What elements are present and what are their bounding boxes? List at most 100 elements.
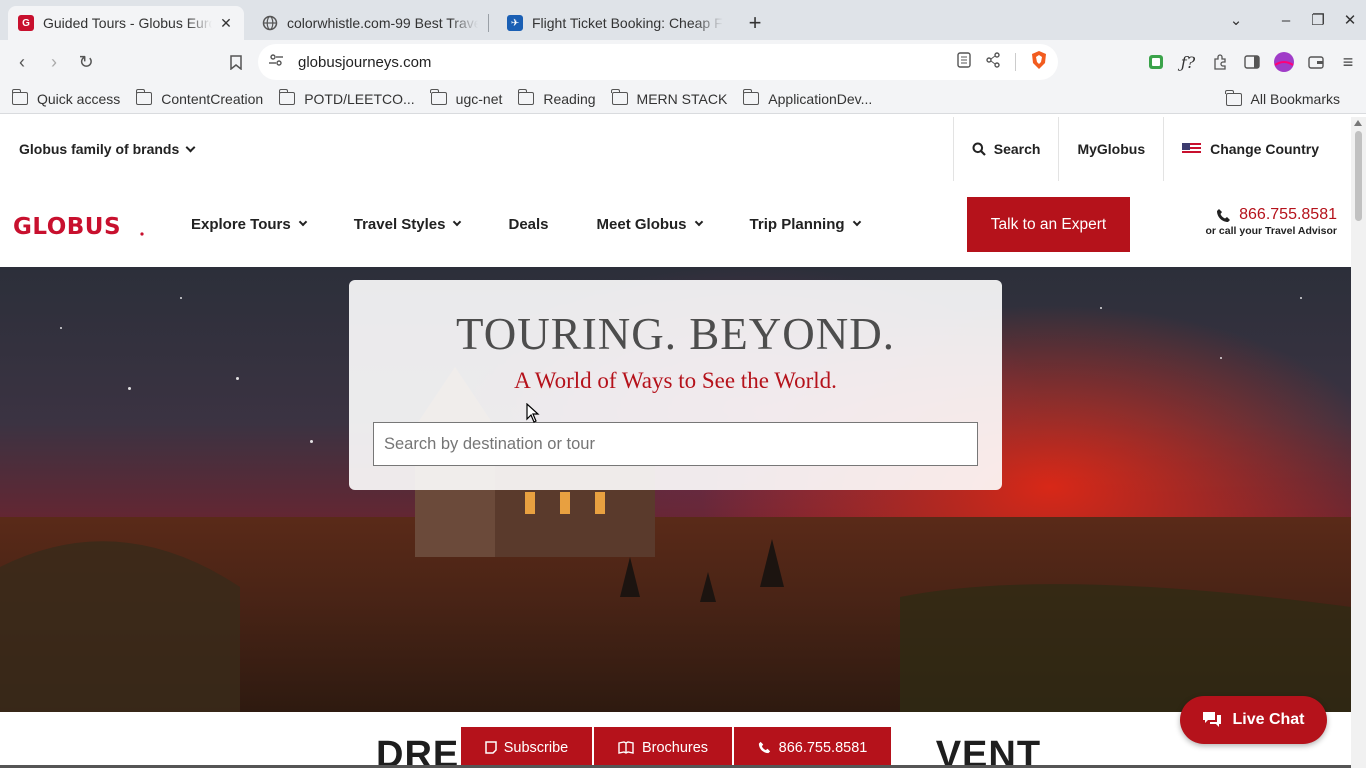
call-label: 866.755.8581 [778, 739, 868, 756]
profile-avatar-icon[interactable] [1272, 46, 1296, 78]
nav-meet-globus[interactable]: Meet Globus [596, 215, 703, 233]
section-heading-right: VENT [935, 734, 1042, 768]
back-icon[interactable]: ‹ [6, 46, 38, 78]
myglobus-link[interactable]: MyGlobus [1058, 117, 1163, 181]
live-chat-button[interactable]: Live Chat [1180, 696, 1327, 744]
nav-travel-styles[interactable]: Travel Styles [353, 215, 462, 233]
font-finder-icon[interactable]: ƒ? [1176, 46, 1200, 78]
extensions-puzzle-icon[interactable] [1208, 46, 1232, 78]
new-tab-button[interactable]: + [741, 9, 769, 37]
mouse-cursor-icon [526, 403, 540, 423]
chat-bubble-icon [1202, 711, 1222, 729]
nav-label: Meet Globus [596, 215, 687, 233]
bookmark-page-icon[interactable] [220, 46, 252, 78]
tab-title: colorwhistle.com-99 Best Travel [287, 15, 478, 31]
nav-label: Deals [508, 215, 549, 233]
all-bookmarks[interactable]: All Bookmarks [1225, 84, 1340, 114]
sidebar-toggle-icon[interactable] [1240, 46, 1264, 78]
brands-label: Globus family of brands [19, 141, 180, 157]
scrollbar-thumb[interactable] [1355, 131, 1362, 221]
sticky-action-bar: Subscribe Brochures 866.755.8581 [461, 727, 893, 768]
tab-separator [488, 14, 489, 32]
menu-hamburger-icon[interactable]: ≡ [1336, 46, 1360, 78]
folder-icon [611, 89, 628, 105]
bookmark-label: ContentCreation [161, 90, 264, 107]
subscribe-button[interactable]: Subscribe [461, 727, 592, 768]
minimize-icon[interactable]: – [1270, 12, 1302, 29]
chevron-down-icon [453, 217, 462, 227]
utility-bar: Globus family of brands Search MyGlobus … [0, 117, 1351, 181]
reload-icon[interactable]: ↻ [70, 46, 102, 78]
brands-dropdown[interactable]: Globus family of brands [19, 141, 196, 157]
folder-icon [430, 89, 447, 105]
tab-list-chevron-icon[interactable]: ⌄ [1220, 11, 1252, 29]
green-extension-icon[interactable] [1144, 46, 1168, 78]
nav-trip-planning[interactable]: Trip Planning [749, 215, 861, 233]
site-settings-icon[interactable] [268, 52, 284, 73]
change-country-label: Change Country [1210, 141, 1319, 157]
us-flag-icon [1182, 143, 1202, 155]
phone-icon [1216, 208, 1231, 223]
browser-tab-1[interactable]: G Guided Tours - Globus Europe ✕ [8, 6, 244, 40]
bookmark-reading[interactable]: Reading [517, 89, 596, 107]
live-chat-label: Live Chat [1232, 711, 1305, 728]
close-window-icon[interactable]: ✕ [1334, 11, 1366, 29]
bookmark-label: POTD/LEETCO... [304, 90, 415, 107]
close-tab-icon[interactable]: ✕ [218, 15, 234, 32]
extensions-area: ƒ? ≡ [1144, 46, 1360, 78]
search-link[interactable]: Search [952, 117, 1059, 181]
nav-label: Travel Styles [353, 215, 446, 233]
bookmark-potd[interactable]: POTD/LEETCO... [278, 89, 415, 107]
brave-shields-icon[interactable] [1030, 50, 1048, 75]
bookmark-mern-stack[interactable]: MERN STACK [611, 89, 728, 107]
destination-search-input[interactable] [373, 422, 978, 466]
bookmark-label: Quick access [37, 90, 121, 107]
browser-tab-2[interactable]: colorwhistle.com-99 Best Travel [252, 6, 488, 40]
chevron-down-icon [298, 217, 307, 227]
bookmark-label: MERN STACK [636, 90, 728, 107]
bookmark-applicationdev[interactable]: ApplicationDev... [742, 89, 872, 107]
all-bookmarks-label: All Bookmarks [1250, 91, 1340, 107]
phone-contact[interactable]: 866.755.8581 or call your Travel Advisor [1206, 206, 1338, 237]
window-controls: ⌄ – ❐ ✕ [1220, 0, 1366, 40]
url-text[interactable]: globusjourneys.com [298, 54, 957, 71]
change-country-link[interactable]: Change Country [1163, 117, 1351, 181]
bookmark-label: Reading [543, 90, 596, 107]
page-scrollbar[interactable] [1351, 117, 1366, 768]
search-icon [972, 142, 986, 156]
brochures-button[interactable]: Brochures [594, 727, 732, 768]
subscribe-label: Subscribe [503, 739, 569, 756]
talk-to-expert-button[interactable]: Talk to an Expert [967, 197, 1130, 252]
forward-icon[interactable]: › [38, 46, 70, 78]
chevron-down-icon [852, 217, 861, 227]
wallet-icon[interactable] [1304, 46, 1328, 78]
nav-deals[interactable]: Deals [508, 216, 548, 233]
tab-title: Flight Ticket Booking: Cheap Fl [532, 15, 723, 31]
phone-number: 866.755.8581 [1239, 206, 1337, 223]
share-icon[interactable] [985, 51, 1001, 73]
nav-items: Explore Tours Travel Styles Deals Meet G… [191, 181, 908, 267]
logo-text: GLOBUS [13, 215, 121, 237]
folder-icon [11, 89, 28, 105]
bookmark-quick-access[interactable]: Quick access [11, 89, 121, 107]
nav-label: Explore Tours [191, 215, 291, 233]
subscribe-icon [485, 741, 497, 754]
browser-toolbar: ‹ › ↻ globusjourneys.com ƒ? ≡ [0, 40, 1366, 84]
globus-logo[interactable]: GLOBUS [13, 214, 145, 242]
bookmark-ugc-net[interactable]: ugc-net [430, 89, 502, 107]
restore-icon[interactable]: ❐ [1302, 11, 1334, 29]
chevron-down-icon [185, 142, 196, 152]
folder-icon [135, 89, 153, 105]
call-button[interactable]: 866.755.8581 [734, 727, 891, 768]
nav-label: Trip Planning [749, 215, 845, 233]
folder-icon [1225, 89, 1242, 106]
reader-mode-icon[interactable] [957, 51, 971, 73]
main-navigation: GLOBUS Explore Tours Travel Styles Deals… [0, 181, 1351, 267]
scroll-up-arrow-icon[interactable] [1354, 120, 1362, 126]
nav-explore-tours[interactable]: Explore Tours [191, 215, 307, 233]
address-bar[interactable]: globusjourneys.com [258, 44, 1058, 80]
phone-icon [758, 741, 771, 754]
below-hero-section: DREA VENT Subscribe Brochures 866.755.858… [0, 712, 1351, 768]
bookmark-contentcreation[interactable]: ContentCreation [135, 89, 264, 107]
browser-tab-3[interactable]: ✈ Flight Ticket Booking: Cheap Fl [497, 6, 733, 40]
